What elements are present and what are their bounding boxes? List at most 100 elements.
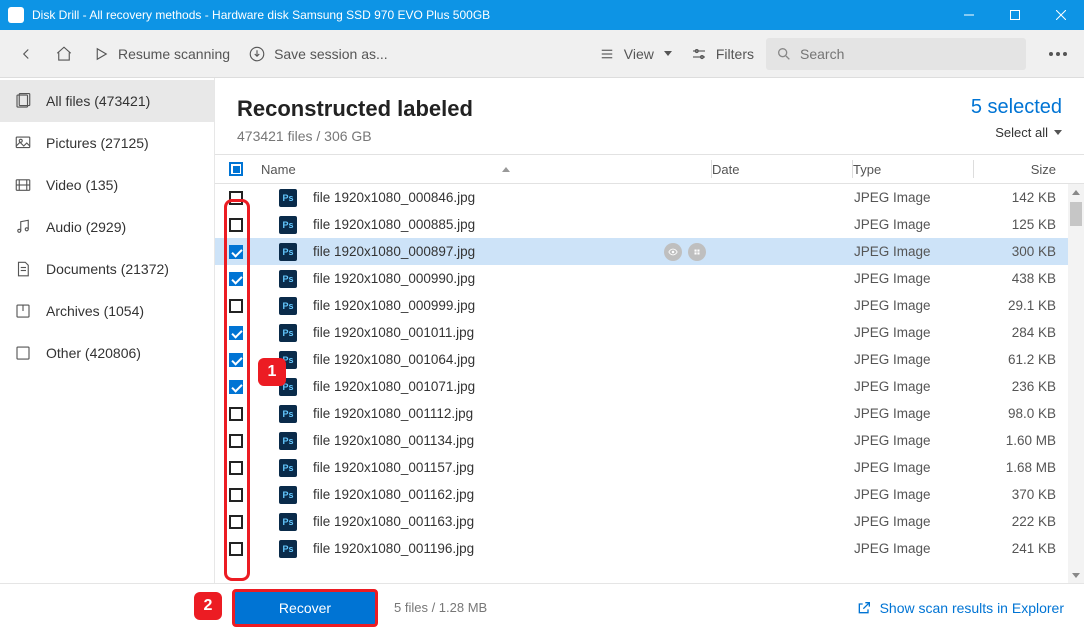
hex-icon[interactable] [688,243,706,261]
row-checkbox[interactable] [229,245,243,259]
row-checkbox[interactable] [229,488,243,502]
download-icon [248,45,266,63]
file-name: file 1920x1080_001134.jpg [313,433,474,448]
show-in-explorer-link[interactable]: Show scan results in Explorer [856,600,1064,616]
file-type: JPEG Image [854,190,974,205]
file-type: JPEG Image [854,487,974,502]
column-size[interactable]: Size [974,162,1084,177]
footer: Recover 5 files / 1.28 MB Show scan resu… [0,583,1084,631]
select-all-dropdown[interactable]: Select all [971,125,1062,140]
filters-label: Filters [716,46,754,62]
file-type: JPEG Image [854,406,974,421]
photoshop-file-icon: Ps [279,486,297,504]
table-row[interactable]: Psfile 1920x1080_001011.jpgJPEG Image284… [215,319,1084,346]
table-row[interactable]: Psfile 1920x1080_001157.jpgJPEG Image1.6… [215,454,1084,481]
file-name: file 1920x1080_001011.jpg [313,325,474,340]
resume-scanning-button[interactable]: Resume scanning [86,38,236,70]
more-menu-button[interactable] [1042,38,1074,70]
sidebar: All files (473421) Pictures (27125) Vide… [0,78,214,583]
sidebar-item-label: Audio (2929) [46,219,126,235]
search-box[interactable] [766,38,1026,70]
save-session-button[interactable]: Save session as... [242,38,394,70]
table-row[interactable]: Psfile 1920x1080_000885.jpgJPEG Image125… [215,211,1084,238]
toolbar: Resume scanning Save session as... View … [0,30,1084,78]
table-row[interactable]: Psfile 1920x1080_001064.jpgJPEG Image61.… [215,346,1084,373]
row-checkbox[interactable] [229,434,243,448]
scrollbar[interactable] [1068,184,1084,583]
photoshop-file-icon: Ps [279,270,297,288]
table-row[interactable]: Psfile 1920x1080_001196.jpgJPEG Image241… [215,535,1084,562]
file-type: JPEG Image [854,244,974,259]
app-icon [8,7,24,23]
table-row[interactable]: Psfile 1920x1080_001134.jpgJPEG Image1.6… [215,427,1084,454]
sidebar-item-all-files[interactable]: All files (473421) [0,80,214,122]
window-title: Disk Drill - All recovery methods - Hard… [32,8,946,22]
chevron-down-icon [664,51,672,56]
table-row[interactable]: Psfile 1920x1080_000897.jpgJPEG Image300… [215,238,1084,265]
row-checkbox[interactable] [229,515,243,529]
sidebar-item-other[interactable]: Other (420806) [0,332,214,374]
scroll-down-icon[interactable] [1068,567,1084,583]
file-name: file 1920x1080_001196.jpg [313,541,474,556]
files-icon [14,92,32,110]
view-dropdown[interactable]: View [592,38,678,70]
row-checkbox[interactable] [229,407,243,421]
table-row[interactable]: Psfile 1920x1080_001071.jpgJPEG Image236… [215,373,1084,400]
row-checkbox[interactable] [229,353,243,367]
row-checkbox[interactable] [229,542,243,556]
column-date[interactable]: Date [712,162,852,177]
recover-button[interactable]: Recover [232,589,378,627]
scroll-up-icon[interactable] [1068,184,1084,200]
list-icon [598,45,616,63]
header-checkbox[interactable] [229,162,243,176]
row-checkbox[interactable] [229,380,243,394]
photoshop-file-icon: Ps [279,378,297,396]
sidebar-item-pictures[interactable]: Pictures (27125) [0,122,214,164]
photoshop-file-icon: Ps [279,216,297,234]
file-type: JPEG Image [854,271,974,286]
table-row[interactable]: Psfile 1920x1080_000999.jpgJPEG Image29.… [215,292,1084,319]
picture-icon [14,134,32,152]
photoshop-file-icon: Ps [279,540,297,558]
footer-summary: 5 files / 1.28 MB [394,600,487,615]
file-type: JPEG Image [854,433,974,448]
row-checkbox[interactable] [229,299,243,313]
sidebar-item-archives[interactable]: Archives (1054) [0,290,214,332]
row-checkbox[interactable] [229,326,243,340]
row-checkbox[interactable] [229,191,243,205]
table-row[interactable]: Psfile 1920x1080_001163.jpgJPEG Image222… [215,508,1084,535]
sidebar-item-video[interactable]: Video (135) [0,164,214,206]
minimize-button[interactable] [946,0,992,30]
row-checkbox[interactable] [229,218,243,232]
home-button[interactable] [48,38,80,70]
table-row[interactable]: Psfile 1920x1080_000990.jpgJPEG Image438… [215,265,1084,292]
table-row[interactable]: Psfile 1920x1080_000846.jpgJPEG Image142… [215,184,1084,211]
file-type: JPEG Image [854,325,974,340]
close-button[interactable] [1038,0,1084,30]
maximize-button[interactable] [992,0,1038,30]
play-icon [92,45,110,63]
back-button[interactable] [10,38,42,70]
external-link-icon [856,600,872,616]
table-row[interactable]: Psfile 1920x1080_001112.jpgJPEG Image98.… [215,400,1084,427]
sidebar-item-documents[interactable]: Documents (21372) [0,248,214,290]
preview-icon[interactable] [664,243,682,261]
row-checkbox[interactable] [229,272,243,286]
row-checkbox[interactable] [229,461,243,475]
filters-button[interactable]: Filters [684,38,760,70]
search-input[interactable] [800,46,1016,62]
sidebar-item-audio[interactable]: Audio (2929) [0,206,214,248]
other-icon [14,344,32,362]
photoshop-file-icon: Ps [279,432,297,450]
file-type: JPEG Image [854,298,974,313]
column-name[interactable]: Name [257,162,711,177]
sort-caret-icon [502,167,510,172]
resume-scanning-label: Resume scanning [118,46,230,62]
photoshop-file-icon: Ps [279,189,297,207]
file-type: JPEG Image [854,379,974,394]
table-row[interactable]: Psfile 1920x1080_001162.jpgJPEG Image370… [215,481,1084,508]
photoshop-file-icon: Ps [279,324,297,342]
scroll-thumb[interactable] [1070,202,1082,226]
sidebar-item-label: Documents (21372) [46,261,169,277]
column-type[interactable]: Type [853,162,973,177]
